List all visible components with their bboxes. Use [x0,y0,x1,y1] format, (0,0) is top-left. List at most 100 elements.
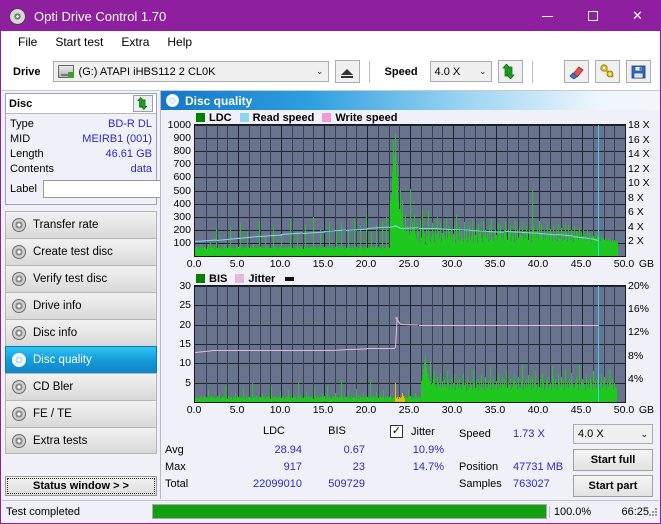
statistics-panel: LDC BIS ✓ Jitter Avg Max Total 28.94 917… [161,423,659,499]
ldc-max-value: 917 [221,461,302,473]
menu-extra[interactable]: Extra [112,33,158,51]
disc-row-length: Length 46.61 GB [10,146,152,161]
ldc-x-axis: 0.05.010.015.020.025.030.035.040.045.050… [194,257,626,272]
legend-label-bis: BIS [209,273,227,285]
test-speed-select[interactable]: 4.0 X ⌄ [573,424,653,444]
jitter-label: Jitter [411,426,435,438]
bis-plot-area [194,285,626,403]
bis-total-value: 509729 [304,478,365,490]
disc-refresh-button[interactable] [133,95,153,112]
y2-tick-label: 16 X [628,134,650,146]
chevron-down-icon: ⌄ [310,66,324,77]
legend-swatch-ldc [196,113,205,122]
x-tick-label: 45.0 [571,404,591,416]
refresh-button[interactable] [498,60,523,83]
y2-tick-label: 10 X [628,177,650,189]
drive-label: Drive [7,66,47,78]
x-tick-label: 50.0 [614,258,634,270]
progress-bar-fill [153,505,546,518]
legend-swatch-write-speed [322,113,331,122]
y-tick-label: 500 [173,185,191,197]
sidebar-item-label: Transfer rate [33,219,98,231]
position-stat-value: 47731 MB [513,461,573,473]
jitter-max-value: 14.7% [386,461,444,473]
x-tick-label: 45.0 [571,258,591,270]
x-tick-label: 15.0 [313,258,333,270]
close-button[interactable]: ✕ [615,1,660,31]
menu-bar: File Start test Extra Help [1,31,660,53]
x-tick-label: 20.0 [356,258,376,270]
x-tick-label: 35.0 [485,404,505,416]
menu-start-test[interactable]: Start test [46,33,112,51]
disc-length-label: Length [10,148,44,160]
speed-stat-label: Speed [459,428,491,440]
x-tick-label: 20.0 [356,404,376,416]
status-bar: Test completed 100.0% 66:25 [2,500,659,522]
sidebar-item-cd-bler[interactable]: CD Bler [5,373,157,400]
charts-area: LDC Read speed Write speed 1002003004005… [161,110,659,423]
menu-file[interactable]: File [9,33,46,51]
refresh-arrows-icon [137,97,150,110]
eject-button[interactable] [335,60,360,83]
resize-grip-icon[interactable] [648,507,657,516]
stats-col-bis: BIS [309,425,365,437]
disc-panel-header: Disc [6,94,156,114]
disc-icon [12,434,26,448]
sidebar-spacer [5,454,157,473]
save-icon [631,65,646,79]
erase-button[interactable] [564,60,589,83]
progress-percent: 100.0% [549,506,595,518]
title-bar: Opti Drive Control 1.70 ✕ [1,1,660,31]
start-part-button[interactable]: Start part [573,475,653,497]
refresh-icon [502,64,518,79]
menu-help[interactable]: Help [158,33,201,51]
sidebar-item-verify-test-disc[interactable]: Verify test disc [5,265,157,292]
sidebar-item-label: Disc quality [33,354,92,366]
y2-tick-label: 2 X [628,235,644,247]
speed-select[interactable]: 4.0 X ⌄ [430,61,492,82]
content-header-title: Disc quality [185,94,252,108]
sidebar-item-extra-tests[interactable]: Extra tests [5,427,157,454]
drive-select[interactable]: (G:) ATAPI iHBS112 2 CL0K ⌄ [53,61,329,82]
minimize-button[interactable] [525,1,570,31]
sidebar-item-drive-info[interactable]: Drive info [5,292,157,319]
disc-type-label: Type [10,118,34,130]
y-tick-label: 800 [173,145,191,157]
marker-icon [285,277,294,281]
sidebar-item-create-test-disc[interactable]: Create test disc [5,238,157,265]
disc-contents-label: Contents [10,163,54,175]
disc-label-label: Label [10,183,37,195]
sidebar: Disc Type BD-R DL MID M [2,91,160,499]
sidebar-item-fe-te[interactable]: FE / TE [5,400,157,427]
legend-label-jitter: Jitter [248,273,275,285]
sidebar-item-label: Disc info [33,327,77,339]
application-window: Opti Drive Control 1.70 ✕ File Start tes… [0,0,661,524]
sidebar-item-disc-info[interactable]: Disc info [5,319,157,346]
save-button[interactable] [626,60,651,83]
disc-row-mid: MID MEIRB1 (001) [10,131,152,146]
bis-x-axis: 0.05.010.015.020.025.030.035.040.045.050… [194,403,626,418]
bis-plot-wrap: 51015202530 4%8%12%16%20% [163,285,657,403]
sidebar-item-label: Verify test disc [33,273,107,285]
chevron-down-icon: ⌄ [473,66,487,77]
stats-row-total: Total [165,478,188,490]
bis-y-axis-left: 51015202530 [163,285,194,403]
start-full-button[interactable]: Start full [573,449,653,471]
ldc-chart: LDC Read speed Write speed 1002003004005… [163,111,657,272]
sidebar-item-disc-quality[interactable]: Disc quality [5,346,157,373]
status-window-button[interactable]: Status window > > [5,476,157,496]
x-tick-label: 30.0 [442,258,462,270]
ldc-total-value: 22099010 [221,478,302,490]
disc-panel: Disc Type BD-R DL MID M [5,93,157,205]
stats-row-avg: Avg [165,444,184,456]
disc-length-value: 46.61 GB [106,148,152,160]
sidebar-item-transfer-rate[interactable]: Transfer rate [5,211,157,238]
x-tick-label: 40.0 [528,258,548,270]
tools-button[interactable] [595,60,620,83]
window-controls: ✕ [525,1,660,31]
maximize-button[interactable] [570,1,615,31]
jitter-checkbox[interactable]: ✓ [390,425,403,438]
x-axis-unit: GB [639,258,654,270]
samples-stat-label: Samples [459,478,502,490]
speed-stat-value: 1.73 X [513,428,573,440]
